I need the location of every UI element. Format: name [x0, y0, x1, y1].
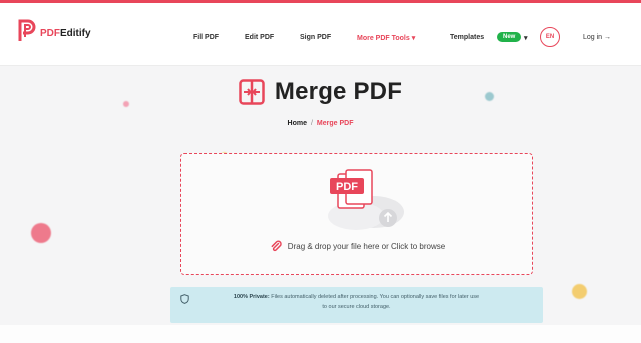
- page-bottom: [0, 325, 641, 343]
- notice-text-1: Files automatically deleted after proces…: [271, 294, 480, 300]
- upload-illustration-icon: PDF: [328, 169, 404, 230]
- header: PDFEditify Fill PDF Edit PDF Sign PDF Mo…: [0, 3, 641, 66]
- logo[interactable]: PDFEditify: [16, 17, 91, 43]
- nav-templates-label: Templates: [450, 34, 485, 41]
- nav-fill-pdf[interactable]: Fill PDF: [193, 34, 219, 41]
- breadcrumb-current: Merge PDF: [316, 120, 354, 127]
- file-badge-text: PDF: [336, 181, 358, 193]
- nav-sign-pdf[interactable]: Sign PDF: [300, 34, 331, 41]
- page-heading: Merge PDF: [0, 78, 641, 106]
- nav-templates[interactable]: Templates: [450, 34, 484, 41]
- logo-text: PDFEditify: [40, 28, 91, 39]
- nav-more-pdf-tools[interactable]: More PDF Tools ▾: [357, 34, 415, 42]
- shield-icon: [180, 294, 189, 304]
- breadcrumb-home[interactable]: Home: [288, 120, 307, 127]
- file-dropzone[interactable]: PDF Drag & drop your file here or Click …: [180, 153, 533, 275]
- logo-icon: [18, 19, 36, 41]
- notice-bold: 100% Private:: [233, 294, 270, 300]
- nav-more-label: More PDF Tools: [357, 35, 410, 42]
- privacy-notice: 100% Private: Files automatically delete…: [170, 287, 543, 323]
- decor-dot: [572, 284, 587, 299]
- page-title: Merge PDF: [274, 78, 403, 105]
- breadcrumb: Home / Merge PDF: [0, 120, 641, 127]
- breadcrumb-separator: /: [310, 120, 313, 127]
- chevron-down-icon[interactable]: ▾: [524, 34, 528, 42]
- nav-edit-pdf[interactable]: Edit PDF: [245, 34, 274, 41]
- drop-text: Drag & drop your file here or Click to b…: [287, 241, 446, 251]
- drop-instruction: Drag & drop your file here or Click to b…: [181, 240, 534, 252]
- language-selector[interactable]: EN: [540, 27, 560, 47]
- notice-line-2: to our secure cloud storage.: [322, 304, 391, 310]
- login-link[interactable]: Log in →: [583, 34, 611, 41]
- logo-suffix: Editify: [60, 28, 91, 39]
- chevron-down-icon: ▾: [411, 35, 416, 42]
- merge-icon: [239, 79, 265, 105]
- paperclip-icon: [271, 240, 282, 252]
- new-badge: New: [497, 32, 522, 42]
- notice-line-1: 100% Private: Files automatically delete…: [182, 292, 531, 302]
- logo-prefix: PDF: [40, 28, 60, 39]
- decor-dot: [31, 223, 51, 243]
